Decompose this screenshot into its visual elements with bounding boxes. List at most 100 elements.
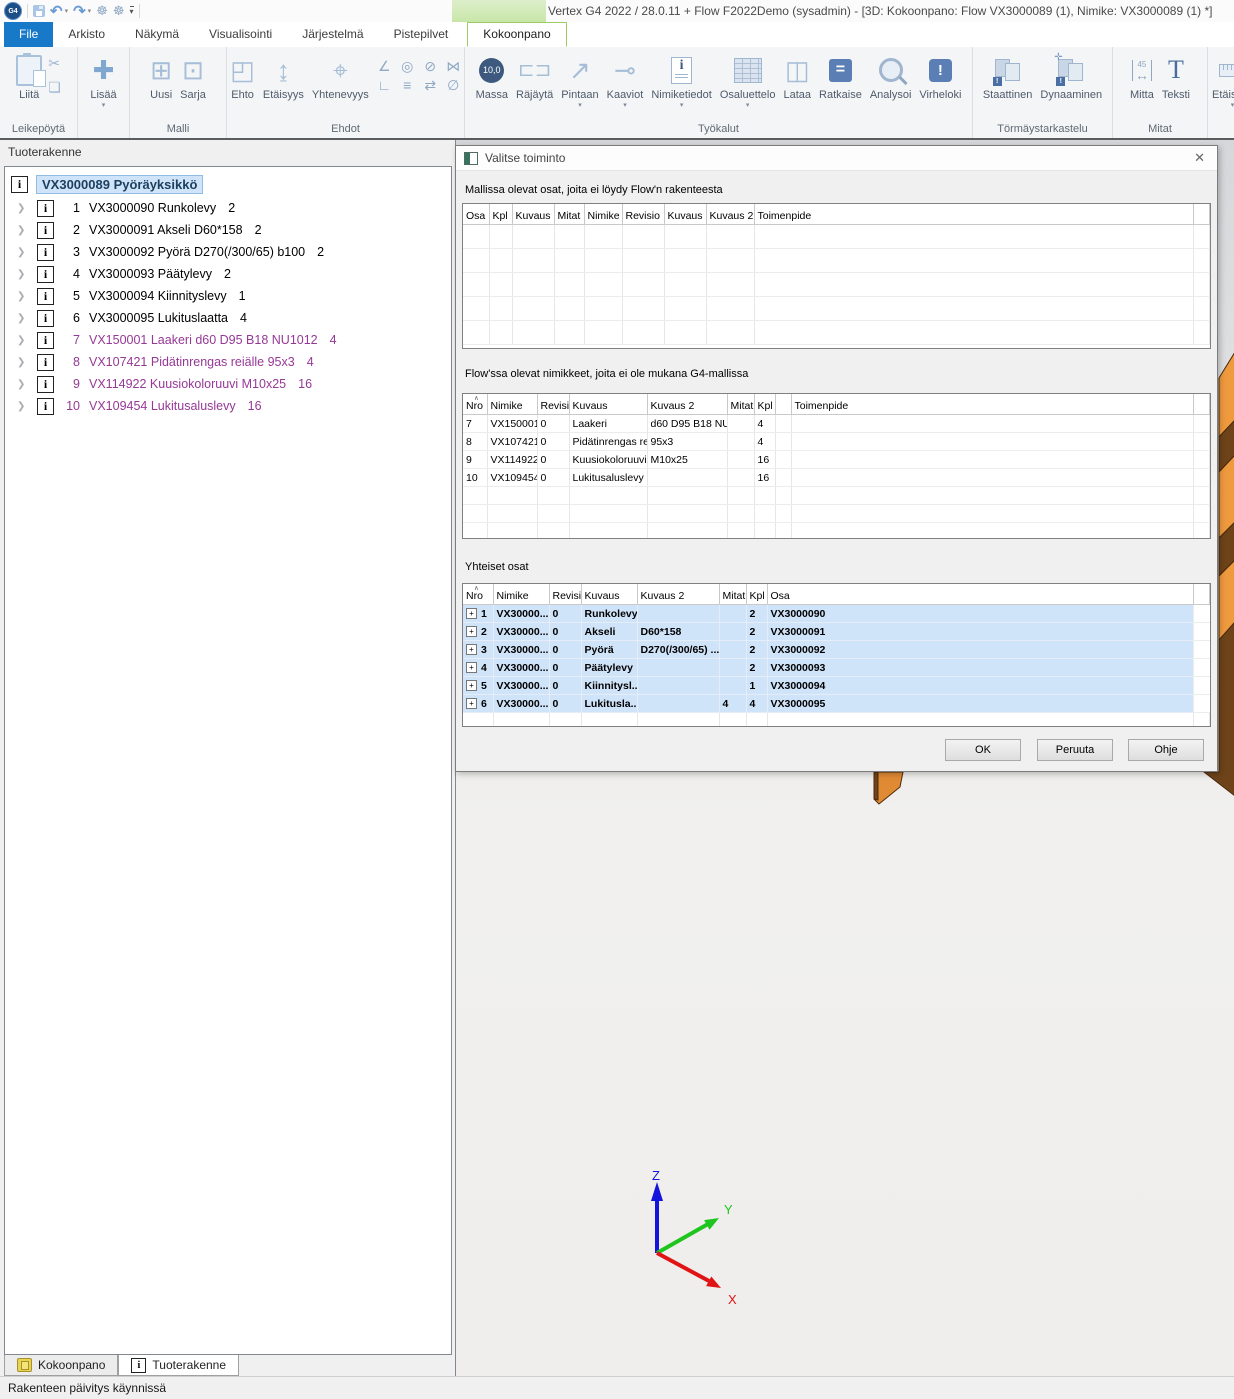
chevron-right-icon[interactable]: ❯ xyxy=(17,225,31,236)
save-icon[interactable] xyxy=(33,5,45,17)
chevron-right-icon[interactable]: ❯ xyxy=(17,401,31,412)
load-button[interactable]: ◫ Lataa xyxy=(780,50,816,103)
dynamic-collision-button[interactable]: ✛! Dynaaminen xyxy=(1036,50,1106,103)
column-header[interactable]: Kpl xyxy=(746,584,767,605)
condition-button[interactable]: ◰ Ehto xyxy=(226,50,259,103)
column-header[interactable] xyxy=(775,394,791,415)
table-row-selected[interactable]: +3VX30000...0PyöräD270(/300/65) ...2VX30… xyxy=(463,641,1210,659)
app-logo[interactable]: G4 xyxy=(4,2,22,20)
column-header[interactable]: ∧Nro xyxy=(463,584,493,605)
table-row-selected[interactable]: +2VX30000...0AkseliD60*1582VX3000091 xyxy=(463,623,1210,641)
tree-item[interactable]: ❯ i 2 VX3000091 Akseli D60*158 2 xyxy=(5,219,451,241)
table-row[interactable]: 9VX1149220KuusiokoloruuviM10x2516 xyxy=(463,451,1210,469)
column-header[interactable]: Kuvaus 2 xyxy=(647,394,727,415)
tab-visualisointi[interactable]: Visualisointi xyxy=(194,22,287,47)
chevron-right-icon[interactable]: ❯ xyxy=(17,203,31,214)
bottom-tab-tuoterakenne[interactable]: i Tuoterakenne xyxy=(118,1355,239,1376)
redo-dropdown-icon[interactable]: ▾ xyxy=(88,7,92,15)
customize-toolbar-icon[interactable]: ▾ xyxy=(130,6,134,16)
column-header[interactable]: Kuvaus xyxy=(581,584,637,605)
chevron-right-icon[interactable]: ❯ xyxy=(17,379,31,390)
static-collision-button[interactable]: ! Staattinen xyxy=(979,50,1037,103)
mass-button[interactable]: 10,0 Massa xyxy=(472,50,512,103)
expand-icon[interactable]: + xyxy=(466,626,477,637)
close-icon[interactable]: ✕ xyxy=(1190,150,1209,166)
tree-item[interactable]: ❯ i 3 VX3000092 Pyörä D270(/300/65) b100… xyxy=(5,241,451,263)
table-row-selected[interactable]: +1VX30000...0Runkolevy2VX3000090 xyxy=(463,605,1210,623)
perpendicular-constraint-icon[interactable]: ∟ xyxy=(373,77,396,96)
expand-icon[interactable]: + xyxy=(466,698,477,709)
tab-jarjestelma[interactable]: Järjestelmä xyxy=(287,22,378,47)
diagrams-button[interactable]: ⊸ Kaaviot ▾ xyxy=(603,50,648,111)
tree-item[interactable]: ❯ i 5 VX3000094 Kiinnityslevy 1 xyxy=(5,285,451,307)
chevron-right-icon[interactable]: ❯ xyxy=(17,313,31,324)
fix-constraint-icon[interactable]: ∅ xyxy=(442,77,465,96)
column-header[interactable]: Revisio xyxy=(622,204,664,225)
chevron-right-icon[interactable]: ❯ xyxy=(17,357,31,368)
help-button[interactable]: Ohje xyxy=(1128,739,1204,761)
tree-root-label[interactable]: VX3000089 Pyöräyksikkö xyxy=(36,175,203,194)
chevron-right-icon[interactable]: ❯ xyxy=(17,269,31,280)
missing-in-flow-table[interactable]: Osa Kpl Kuvaus Mitat Nimike Revisio Kuva… xyxy=(462,203,1211,349)
column-header[interactable]: Osa xyxy=(767,584,1194,605)
measure-button[interactable]: 45↔ Mitta xyxy=(1126,50,1158,103)
column-header[interactable]: Osa xyxy=(463,204,489,225)
new-button[interactable]: ⊞ Uusi xyxy=(146,50,176,103)
column-header[interactable]: Revisio xyxy=(549,584,581,605)
tab-kokoonpano[interactable]: Kokoonpano xyxy=(467,22,566,47)
tab-pistepilvet[interactable]: Pistepilvet xyxy=(379,22,464,47)
chevron-right-icon[interactable]: ❯ xyxy=(17,291,31,302)
column-header[interactable]: Kpl xyxy=(754,394,775,415)
angle-constraint-icon[interactable]: ∠ xyxy=(373,58,396,77)
column-header[interactable]: Mitat xyxy=(727,394,754,415)
expand-icon[interactable]: + xyxy=(466,608,477,619)
text-button[interactable]: T Teksti xyxy=(1158,50,1194,103)
tree-item[interactable]: ❯ i 1 VX3000090 Runkolevy 2 xyxy=(5,197,451,219)
tree-item[interactable]: ❯ i 10 VX109454 Lukitusaluslevy 16 xyxy=(5,395,451,417)
error-log-button[interactable]: ! Virheloki xyxy=(915,50,965,103)
add-button[interactable]: ✚ Lisää ▾ xyxy=(86,50,120,111)
tab-file[interactable]: File xyxy=(4,22,53,47)
bottom-tab-kokoonpano[interactable]: Kokoonpano xyxy=(4,1355,118,1376)
expand-icon[interactable]: + xyxy=(466,680,477,691)
cancel-button[interactable]: Peruuta xyxy=(1037,739,1113,761)
tangent-constraint-icon[interactable]: ⊘ xyxy=(419,58,442,77)
column-header[interactable]: Nimike xyxy=(487,394,537,415)
column-header[interactable]: Kuvaus xyxy=(512,204,554,225)
explode-button[interactable]: ⊏⊐ Räjäytä xyxy=(512,50,557,103)
redo-icon[interactable]: ↷ xyxy=(73,4,86,19)
item-info-button[interactable]: i Nimiketiedot ▾ xyxy=(647,50,716,111)
equal-distance-constraint-icon[interactable]: ⇄ xyxy=(419,77,442,96)
tab-nakyma[interactable]: Näkymä xyxy=(120,22,194,47)
expand-icon[interactable]: + xyxy=(466,644,477,655)
tree-item[interactable]: ❯ i 4 VX3000093 Päätylevy 2 xyxy=(5,263,451,285)
dialog-titlebar[interactable]: Valitse toiminto ✕ xyxy=(456,146,1217,171)
analyze-button[interactable]: Analysoi xyxy=(866,50,916,103)
tab-arkisto[interactable]: Arkisto xyxy=(53,22,120,47)
column-header[interactable]: Nimike xyxy=(493,584,549,605)
column-header[interactable]: Toimenpide xyxy=(754,204,1194,225)
distance-condition-button[interactable]: ↨ Etäisyys xyxy=(259,50,308,103)
distance2-button[interactable]: Etäisyys ▾ xyxy=(1208,50,1234,111)
ok-button[interactable]: OK xyxy=(945,739,1021,761)
column-header[interactable]: Mitat xyxy=(719,584,746,605)
congruence-button[interactable]: ⌖ Yhtenevyys xyxy=(308,50,373,103)
to-surface-button[interactable]: ↗ Pintaan ▾ xyxy=(557,50,602,111)
tree-item[interactable]: ❯ i 9 VX114922 Kuusiokoloruuvi M10x25 16 xyxy=(5,373,451,395)
table-row[interactable]: 7VX1500010Laakerid60 D95 B18 NU10124 xyxy=(463,415,1210,433)
column-header[interactable]: Kuvaus 2 xyxy=(637,584,719,605)
cut-button[interactable]: ✂ xyxy=(48,56,61,70)
column-header[interactable]: ∧Nro xyxy=(463,394,487,415)
window-settings-icon[interactable]: ☸ xyxy=(113,3,125,19)
tree-item[interactable]: ❯ i 6 VX3000095 Lukituslaatta 4 xyxy=(5,307,451,329)
table-row[interactable]: 8VX1074210Pidätinrengas reiälle95x34 xyxy=(463,433,1210,451)
series-button[interactable]: ⊡ Sarja xyxy=(176,50,210,103)
column-header[interactable]: Mitat xyxy=(554,204,584,225)
tree-root-row[interactable]: i VX3000089 Pyöräyksikkö xyxy=(5,167,451,197)
flow-items-table[interactable]: ∧Nro Nimike Revisio Kuvaus Kuvaus 2 Mita… xyxy=(462,393,1211,539)
chevron-right-icon[interactable]: ❯ xyxy=(17,247,31,258)
undo-dropdown-icon[interactable]: ▾ xyxy=(65,7,69,15)
column-header[interactable]: Toimenpide xyxy=(791,394,1194,415)
tree-item[interactable]: ❯ i 8 VX107421 Pidätinrengas reiälle 95x… xyxy=(5,351,451,373)
copy-button[interactable]: ❏ xyxy=(48,80,61,94)
